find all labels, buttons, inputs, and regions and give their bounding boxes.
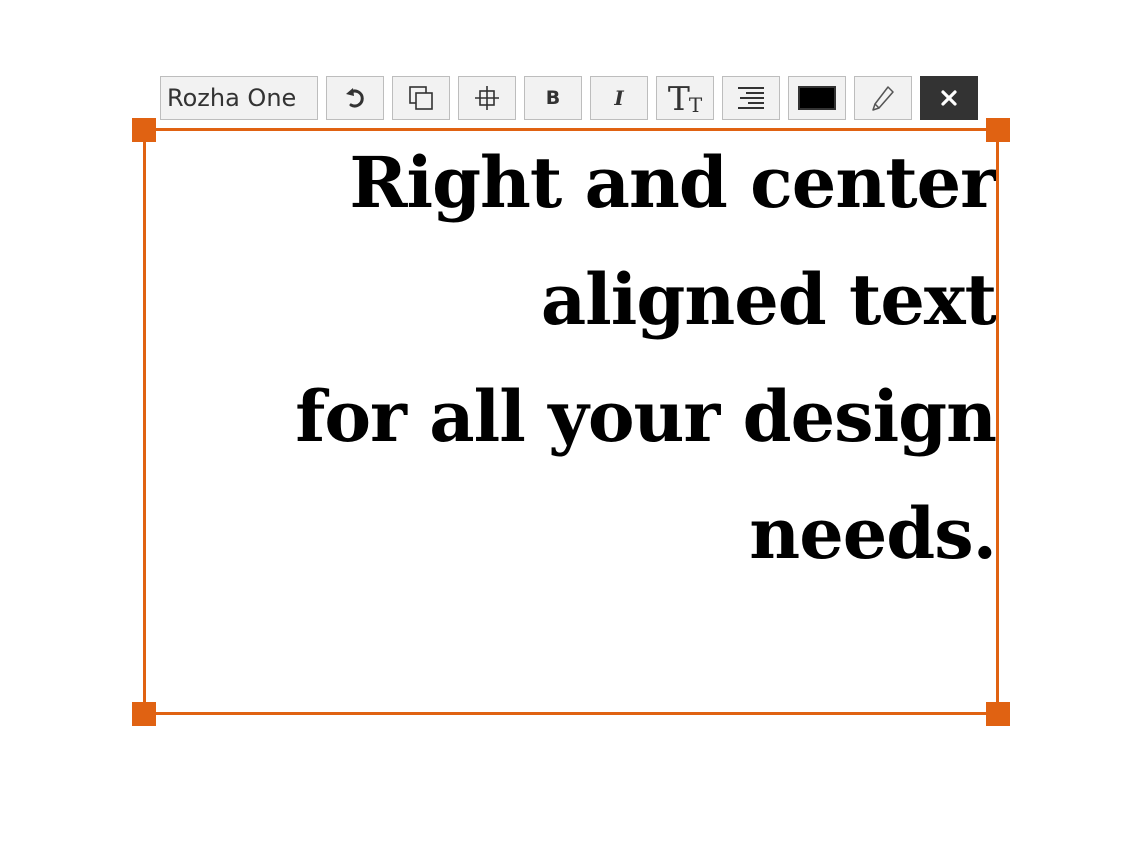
text-size-big-t: T	[667, 78, 690, 118]
resize-handle-top-right[interactable]	[986, 118, 1010, 142]
italic-icon: I	[614, 86, 624, 110]
pencil-icon	[872, 86, 894, 111]
duplicate-button[interactable]	[392, 76, 450, 120]
text-toolbar: Rozha One B I TT	[160, 76, 978, 120]
duplicate-icon	[409, 86, 433, 110]
text-size-icon: TT	[668, 82, 702, 115]
crosshair-icon	[475, 86, 499, 110]
rotate-button[interactable]	[326, 76, 384, 120]
color-button[interactable]	[788, 76, 846, 120]
edit-button[interactable]	[854, 76, 912, 120]
resize-handle-bottom-right[interactable]	[986, 702, 1010, 726]
italic-button[interactable]: I	[590, 76, 648, 120]
position-button[interactable]	[458, 76, 516, 120]
resize-handle-top-left[interactable]	[132, 118, 156, 142]
resize-handle-bottom-left[interactable]	[132, 702, 156, 726]
color-swatch-icon	[798, 86, 836, 110]
close-button[interactable]	[920, 76, 978, 120]
text-size-small-t: T	[688, 92, 703, 117]
close-icon	[941, 90, 957, 106]
align-right-icon	[738, 87, 764, 109]
bold-button[interactable]: B	[524, 76, 582, 120]
font-selector[interactable]: Rozha One	[160, 76, 318, 120]
text-size-button[interactable]: TT	[656, 76, 714, 120]
align-button[interactable]	[722, 76, 780, 120]
rotate-icon	[346, 88, 364, 108]
selection-frame[interactable]	[143, 128, 999, 715]
bold-icon: B	[545, 87, 561, 109]
